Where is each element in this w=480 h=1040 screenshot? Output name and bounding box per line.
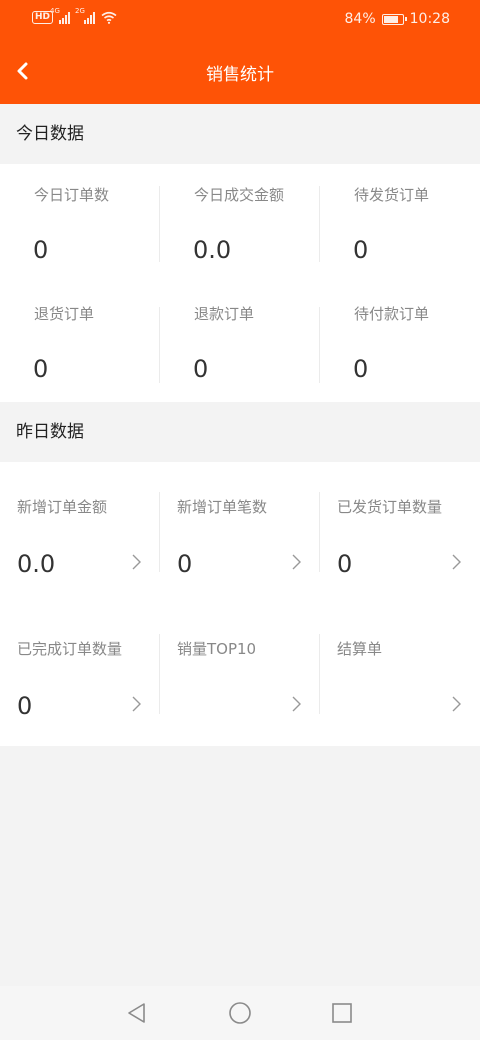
stat-link-new-order-count[interactable]: 新增订单笔数 0	[160, 462, 320, 604]
stat-cell: 待付款订单 0	[320, 283, 480, 402]
stat-link-completed-count[interactable]: 已完成订单数量 0	[0, 604, 160, 746]
stat-label: 待付款订单	[354, 305, 430, 323]
clock: 10:28	[409, 11, 450, 27]
chevron-right-icon	[292, 554, 301, 570]
stat-value: 0	[353, 355, 369, 383]
stat-link-sales-top10[interactable]: 销量TOP10	[160, 604, 320, 746]
app-header: HD 4G 2G 84% 10:28 销售统计	[0, 0, 480, 104]
yesterday-panel: 新增订单金额 0.0 新增订单笔数 0 已发货订单数量 0 已完成订单数量 0 …	[0, 462, 480, 746]
stat-value: 0	[353, 236, 369, 264]
stat-value: 0	[337, 550, 353, 578]
signal-icon: 2G	[75, 7, 96, 24]
stat-label: 待发货订单	[354, 186, 430, 204]
status-right: 84% 10:28	[345, 11, 450, 27]
page-title: 销售统计	[206, 65, 274, 85]
stat-label: 已完成订单数量	[17, 640, 123, 658]
stat-label: 今日订单数	[34, 186, 110, 204]
stat-value: 0.0	[193, 236, 232, 264]
stat-link-shipped-count[interactable]: 已发货订单数量 0	[320, 462, 480, 604]
stat-cell: 待发货订单 0	[320, 164, 480, 283]
wifi-icon	[101, 11, 117, 24]
stat-label: 新增订单金额	[17, 498, 108, 516]
signal-icon: 4G	[50, 7, 71, 24]
stat-cell: 退款订单 0	[160, 283, 320, 402]
chevron-right-icon	[132, 696, 141, 712]
stat-cell: 今日订单数 0	[0, 164, 160, 283]
stat-label: 退款订单	[194, 305, 255, 323]
stat-cell: 退货订单 0	[0, 283, 160, 402]
stat-value: 0	[193, 355, 209, 383]
network-type-label: 4G	[50, 6, 60, 15]
stat-link-settlement[interactable]: 结算单	[320, 604, 480, 746]
stat-label: 退货订单	[34, 305, 95, 323]
battery-icon	[381, 13, 407, 25]
stat-label: 销量TOP10	[177, 640, 257, 658]
chevron-right-icon	[452, 554, 461, 570]
stat-cell: 今日成交金额 0.0	[160, 164, 320, 283]
chevron-right-icon	[452, 696, 461, 712]
today-panel: 今日订单数 0 今日成交金额 0.0 待发货订单 0 退货订单 0 退款订单 0…	[0, 164, 480, 402]
stat-label: 新增订单笔数	[177, 498, 268, 516]
stat-link-new-order-amount[interactable]: 新增订单金额 0.0	[0, 462, 160, 604]
stat-value: 0.0	[17, 550, 56, 578]
stat-label: 已发货订单数量	[337, 498, 443, 516]
home-circle-icon[interactable]	[225, 998, 255, 1028]
status-left: HD 4G 2G	[32, 7, 117, 24]
section-title-yesterday: 昨日数据	[0, 402, 480, 462]
stat-label: 今日成交金额	[194, 186, 285, 204]
stat-value: 0	[177, 550, 193, 578]
stat-value: 0	[33, 355, 49, 383]
battery-percent: 84%	[344, 11, 376, 27]
status-bar: HD 4G 2G 84% 10:28	[0, 0, 480, 40]
system-nav-bar	[0, 986, 480, 1040]
section-title-today: 今日数据	[0, 104, 480, 164]
chevron-right-icon	[292, 696, 301, 712]
back-triangle-icon[interactable]	[122, 998, 152, 1028]
recents-square-icon[interactable]	[327, 998, 357, 1028]
chevron-right-icon	[132, 554, 141, 570]
network-type-label: 2G	[75, 6, 85, 15]
stat-value: 0	[17, 692, 33, 720]
stat-value: 0	[33, 236, 49, 264]
stat-label: 结算单	[337, 640, 383, 658]
